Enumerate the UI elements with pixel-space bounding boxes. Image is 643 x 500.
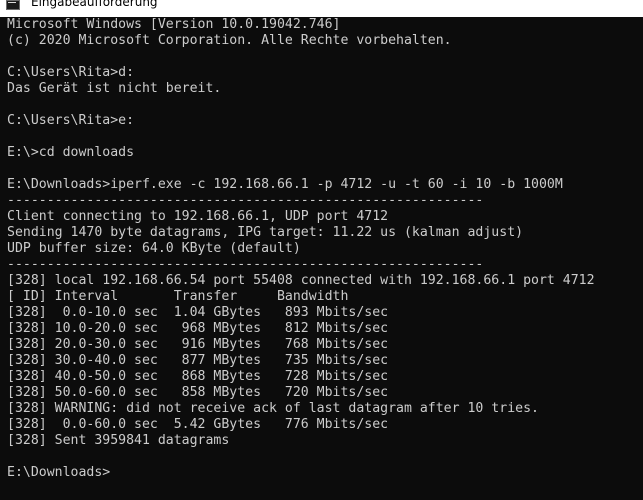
command-prompt-window: Eingabeaufforderung Microsoft Windows [V… — [0, 0, 643, 500]
console-line-copyright: (c) 2020 Microsoft Corporation. Alle Rec… — [7, 33, 452, 48]
console-line-blank — [7, 49, 595, 65]
console-line-blank — [7, 449, 595, 465]
console-lines: Microsoft Windows [Version 10.0.19042.74… — [7, 17, 595, 481]
console-icon-glyph — [8, 2, 16, 7]
console-line-blank — [7, 97, 595, 113]
console-line-result-row: [328] 10.0-20.0 sec 968 MBytes 812 Mbits… — [7, 321, 389, 336]
console-line-result-row: [328] 50.0-60.0 sec 858 MBytes 720 Mbits… — [7, 385, 389, 400]
console-line-local-connection: [328] local 192.168.66.54 port 55408 con… — [7, 273, 595, 288]
console-line-sent-datagrams: [328] Sent 3959841 datagrams — [7, 433, 230, 448]
console-line-blank — [7, 129, 595, 145]
console-line-result-row: [328] 30.0-40.0 sec 877 MBytes 735 Mbits… — [7, 353, 389, 368]
console-line-separator: ----------------------------------------… — [7, 193, 484, 208]
window-title: Eingabeaufforderung — [31, 0, 158, 9]
console-output-area[interactable]: Microsoft Windows [Version 10.0.19042.74… — [0, 17, 643, 500]
console-line-results-header: [ ID] Interval Transfer Bandwidth — [7, 289, 349, 304]
console-line-warning: [328] WARNING: did not receive ack of la… — [7, 401, 539, 416]
console-line-command-e: C:\Users\Rita>e: — [7, 113, 135, 128]
console-line-result-row: [328] 0.0-10.0 sec 1.04 GBytes 893 Mbits… — [7, 305, 389, 320]
console-line-result-row: [328] 40.0-50.0 sec 868 MBytes 728 Mbits… — [7, 369, 389, 384]
console-line-separator: ----------------------------------------… — [7, 257, 484, 272]
console-icon — [6, 0, 20, 10]
console-line-command-d: C:\Users\Rita>d: — [7, 65, 135, 80]
console-line-blank — [7, 161, 595, 177]
console-line-windows-version: Microsoft Windows [Version 10.0.19042.74… — [7, 17, 341, 32]
console-line-total-result: [328] 0.0-60.0 sec 5.42 GBytes 776 Mbits… — [7, 417, 389, 432]
console-line-iperf-command: E:\Downloads>iperf.exe -c 192.168.66.1 -… — [7, 177, 563, 192]
console-line-sending-datagrams: Sending 1470 byte datagrams, IPG target:… — [7, 225, 524, 240]
console-line-command-cd-downloads: E:\>cd downloads — [7, 145, 135, 160]
console-line-device-not-ready: Das Gerät ist nicht bereit. — [7, 81, 222, 96]
console-line-result-row: [328] 20.0-30.0 sec 916 MBytes 768 Mbits… — [7, 337, 389, 352]
console-line-udp-buffer-size: UDP buffer size: 64.0 KByte (default) — [7, 241, 301, 256]
console-prompt-line[interactable]: E:\Downloads> — [7, 465, 595, 481]
console-line-client-connecting: Client connecting to 192.168.66.1, UDP p… — [7, 209, 389, 224]
title-bar[interactable]: Eingabeaufforderung — [0, 0, 643, 17]
